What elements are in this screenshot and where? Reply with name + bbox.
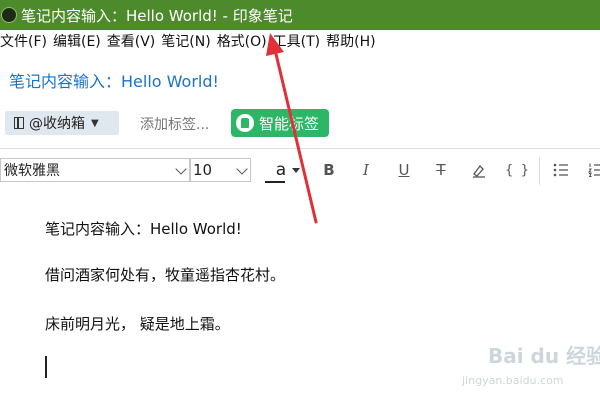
numbered-list-icon — [588, 163, 600, 177]
body-paragraph-3: 床前明月光， 疑是地上霜。 — [45, 315, 230, 333]
bullet-list-icon — [553, 163, 568, 177]
window-title: 笔记内容输入：Hello World! - 印象笔记 — [21, 6, 293, 25]
font-color-swatch — [265, 181, 285, 183]
font-size-value: 10 — [193, 161, 213, 179]
smart-tag-label: 智能标签 — [259, 114, 320, 133]
watermark-url: jingyan.baidu.com — [462, 374, 564, 387]
font-family-select[interactable]: 微软雅黑 — [0, 158, 190, 182]
menu-note[interactable]: 笔记(N) — [161, 31, 210, 51]
chevron-down-icon — [175, 163, 187, 175]
add-tag-input[interactable]: 添加标签... — [140, 114, 209, 134]
italic-button[interactable]: I — [355, 159, 377, 181]
text-cursor — [45, 356, 47, 378]
toolbar-divider — [0, 148, 600, 149]
font-family-value: 微软雅黑 — [4, 163, 60, 179]
bold-button[interactable]: B — [318, 159, 340, 181]
chevron-down-icon — [236, 163, 248, 175]
body-paragraph-1: 笔记内容输入：Hello World! — [45, 220, 242, 238]
tags-row: @收纳箱 ▼ 添加标签... 智能标签 — [0, 109, 600, 137]
font-size-select[interactable]: 10 — [190, 158, 251, 182]
notebook-name: @收纳箱 — [29, 116, 85, 132]
menu-help[interactable]: 帮助(H) — [326, 31, 375, 51]
menu-tools[interactable]: 工具(T) — [273, 31, 320, 51]
format-toolbar: 微软雅黑 10 a B I U T { } — [0, 157, 600, 185]
tag-icon — [236, 114, 254, 132]
notebook-icon — [14, 117, 24, 129]
smart-tag-button[interactable]: 智能标签 — [231, 109, 329, 137]
title-bar: 笔记内容输入：Hello World! - 印象笔记 — [0, 0, 600, 30]
toolbar-separator — [539, 157, 540, 185]
note-title-field[interactable]: 笔记内容输入：Hello World! — [9, 68, 219, 92]
menu-edit[interactable]: 编辑(E) — [53, 31, 101, 51]
menu-view[interactable]: 查看(V) — [107, 31, 156, 51]
underline-button[interactable]: U — [393, 159, 415, 181]
menu-file[interactable]: 文件(F) — [0, 31, 47, 51]
highlighter-icon — [473, 165, 485, 178]
evernote-app-icon — [1, 7, 17, 23]
highlighter-button[interactable] — [468, 159, 490, 181]
code-block-button[interactable]: { } — [505, 159, 529, 181]
menu-bar: 文件(F) 编辑(E) 查看(V) 笔记(N) 格式(O) 工具(T) 帮助(H… — [0, 30, 600, 52]
font-color-dropdown-icon[interactable] — [292, 168, 300, 173]
notebook-selector[interactable]: @收纳箱 ▼ — [5, 111, 119, 135]
font-color-letter: a — [275, 160, 287, 180]
watermark-brand: Bai du 经验 — [488, 344, 600, 368]
chevron-down-icon: ▼ — [91, 117, 99, 129]
numbered-list-button[interactable] — [585, 159, 600, 181]
body-paragraph-2: 借问酒家何处有，牧童遥指杏花村。 — [45, 266, 286, 284]
menu-format[interactable]: 格式(O) — [217, 31, 267, 51]
baidu-watermark: Bai du 经验 jingyan.baidu.com — [460, 340, 600, 396]
strikethrough-button[interactable]: T — [430, 159, 452, 181]
bullet-list-button[interactable] — [550, 159, 572, 181]
